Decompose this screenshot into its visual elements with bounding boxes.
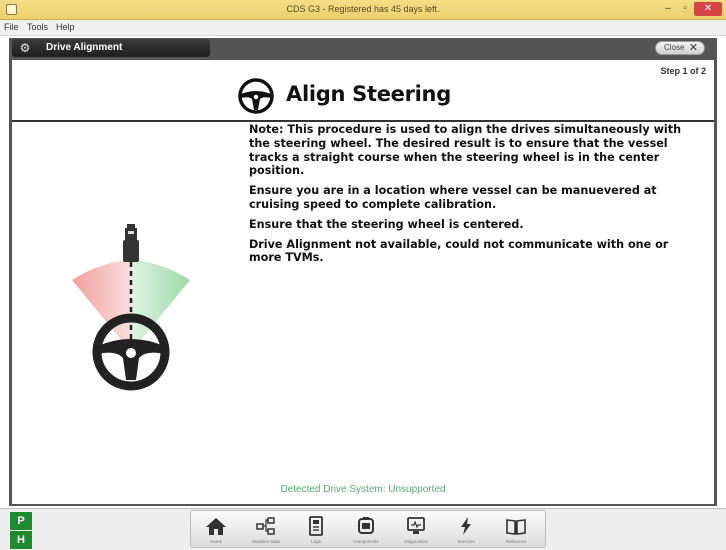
nav-home[interactable]: Home	[191, 511, 241, 549]
diagnostics-icon	[407, 517, 425, 534]
step-indicator: Step 1 of 2	[660, 66, 706, 76]
h-badge[interactable]: H	[10, 531, 32, 549]
panel-title: Drive Alignment	[46, 42, 123, 53]
nav-label: Components	[353, 539, 379, 544]
nav-label: Modules Data	[252, 539, 280, 544]
home-icon	[206, 518, 226, 535]
close-icon: ✕	[688, 42, 698, 54]
nav-components[interactable]: Components	[341, 511, 391, 549]
nav-label: Services	[457, 539, 475, 544]
bottom-nav: Home Modules Data Logs Components Diagno…	[190, 510, 546, 548]
p-badge[interactable]: P	[10, 512, 32, 530]
nav-label: Home	[209, 539, 222, 544]
nav-logs[interactable]: Logs	[291, 511, 341, 549]
page-title: Align Steering	[286, 82, 451, 106]
modules-icon	[256, 517, 275, 535]
gear-icon: ⚙	[19, 41, 31, 55]
nav-diagnostics[interactable]: Diagnostics	[391, 511, 441, 549]
note-paragraph: Ensure you are in a location where vesse…	[249, 184, 657, 211]
window-close-button[interactable]: ✕	[694, 2, 722, 16]
steering-alignment-illustration	[72, 224, 190, 391]
window-title: CDS G3 - Registered has 45 days left.	[286, 4, 440, 14]
nav-services[interactable]: Services	[441, 511, 491, 549]
boat-icon	[123, 224, 139, 262]
nav-modules[interactable]: Modules Data	[241, 511, 291, 549]
detected-drive-system: Detected Drive System: Unsupported	[280, 484, 446, 495]
logs-icon	[309, 516, 323, 536]
window-titlebar: CDS G3 - Registered has 45 days left. – …	[0, 0, 726, 20]
menu-tools[interactable]: Tools	[27, 22, 48, 32]
components-icon	[358, 517, 374, 534]
note-paragraph: Note: This procedure is used to align th…	[249, 123, 682, 178]
note-paragraph: Ensure that the steering wheel is center…	[249, 217, 524, 231]
note-paragraph: Drive Alignment not available, could not…	[249, 237, 669, 265]
nav-label: Reference	[505, 539, 527, 544]
minimize-button[interactable]: –	[660, 2, 676, 16]
nav-reference[interactable]: Reference	[491, 511, 541, 549]
menu-help[interactable]: Help	[56, 22, 75, 32]
lightning-icon	[461, 517, 471, 535]
instructions: Note: This procedure is used to align th…	[249, 123, 699, 271]
menu-file[interactable]: File	[4, 22, 19, 32]
maximize-button[interactable]: ▫	[678, 2, 692, 16]
header-divider	[12, 120, 714, 122]
panel-close-label: Close	[664, 43, 685, 52]
nav-label: Diagnostics	[404, 539, 428, 544]
nav-label: Logs	[311, 539, 321, 544]
menu-bar: File Tools Help	[0, 20, 726, 36]
panel-header: ⚙ Drive Alignment	[12, 39, 210, 57]
book-icon	[506, 519, 526, 535]
steering-wheel-icon	[238, 78, 274, 114]
panel-close-button[interactable]: Close ✕	[655, 41, 705, 55]
content-panel: Step 1 of 2 Align Steering Note: This pr…	[12, 60, 714, 504]
